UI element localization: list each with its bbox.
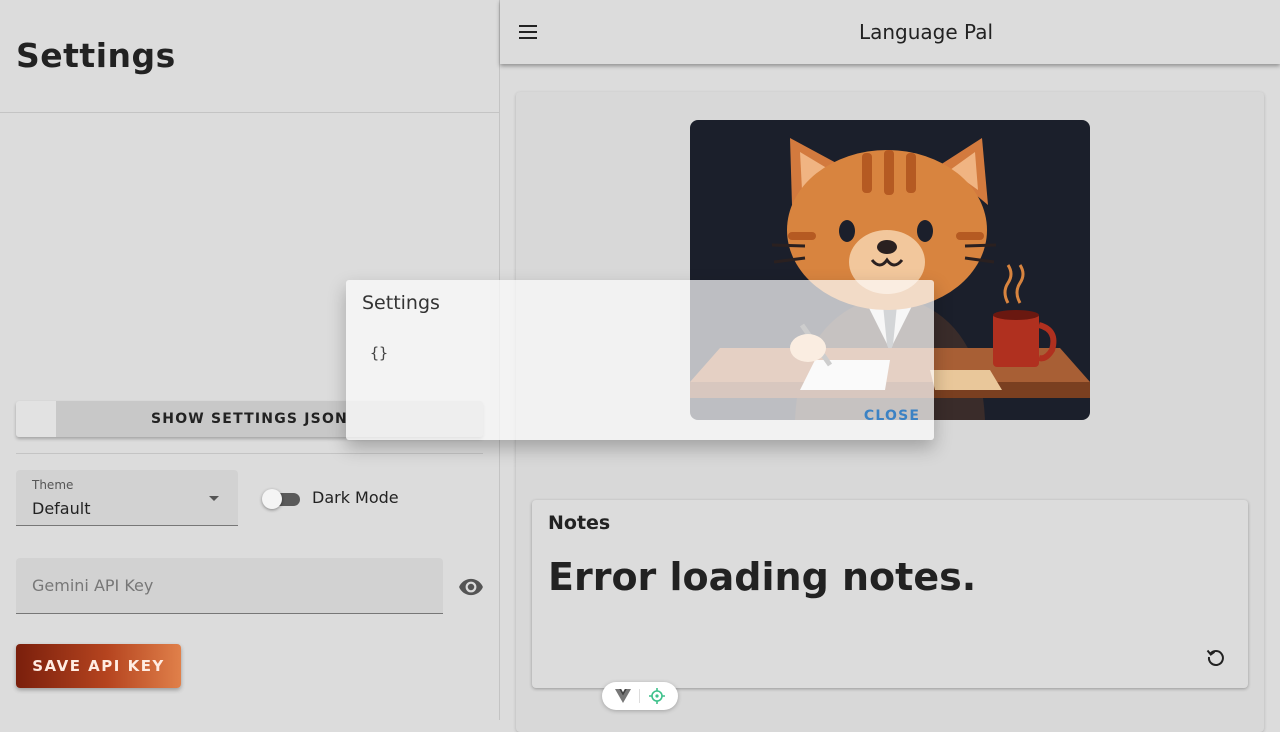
theme-select[interactable]: Theme Default bbox=[16, 470, 238, 526]
drawer-title: Settings bbox=[16, 36, 176, 75]
dropdown-caret-icon bbox=[209, 496, 219, 501]
gemini-api-key-input[interactable] bbox=[16, 558, 443, 613]
dark-mode-label: Dark Mode bbox=[312, 488, 399, 507]
eye-icon[interactable] bbox=[458, 574, 484, 600]
divider bbox=[0, 112, 499, 113]
theme-value: Default bbox=[32, 499, 91, 518]
app-title: Language Pal bbox=[858, 20, 994, 44]
button-ripple bbox=[16, 401, 56, 437]
devtools-separator bbox=[639, 689, 640, 703]
toggle-thumb bbox=[262, 489, 282, 509]
show-settings-json-label: SHOW SETTINGS JSON bbox=[151, 411, 348, 427]
vue-icon[interactable] bbox=[615, 689, 631, 703]
theme-label: Theme bbox=[32, 478, 74, 492]
target-icon[interactable] bbox=[649, 688, 665, 704]
devtools-toolbar[interactable] bbox=[602, 682, 678, 710]
dialog-title: Settings bbox=[362, 292, 440, 314]
close-button[interactable]: CLOSE bbox=[856, 404, 928, 428]
refresh-icon[interactable] bbox=[1204, 645, 1228, 669]
settings-json-content: {} bbox=[370, 344, 389, 362]
notes-title: Notes bbox=[548, 512, 611, 534]
gemini-api-key-field[interactable] bbox=[16, 558, 443, 614]
divider bbox=[16, 453, 483, 454]
notes-error-message: Error loading notes. bbox=[548, 555, 977, 599]
dark-mode-toggle[interactable] bbox=[262, 489, 302, 509]
save-api-key-button[interactable]: SAVE API KEY bbox=[16, 644, 181, 688]
